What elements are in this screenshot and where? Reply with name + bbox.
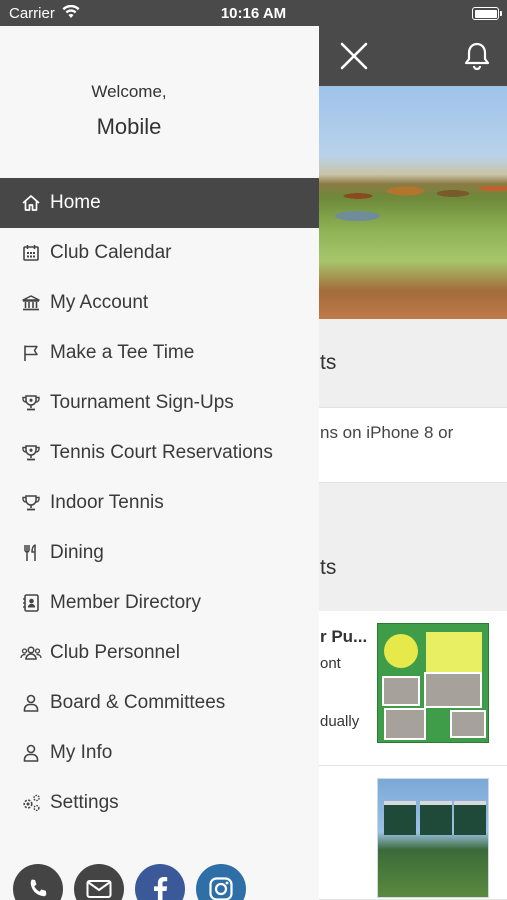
menu-item-label: Board & Committees (50, 692, 226, 713)
photo (424, 672, 482, 708)
photo (382, 676, 420, 706)
menu-item-label: Home (50, 192, 101, 213)
user-icon (20, 742, 42, 764)
menu-item-settings[interactable]: Settings (0, 778, 319, 828)
status-bar: Carrier 10:16 AM (0, 0, 507, 26)
menu-item-tee-time[interactable]: Make a Tee Time (0, 328, 319, 378)
golf-cart (384, 801, 416, 835)
notifications-button[interactable] (461, 40, 493, 72)
trophy-outline-icon (20, 492, 42, 514)
facebook-button[interactable] (135, 864, 185, 900)
battery-icon (472, 7, 502, 20)
menu-item-indoor-tennis[interactable]: Indoor Tennis (0, 478, 319, 528)
welcome-label: Welcome, (91, 82, 167, 101)
close-icon (340, 42, 368, 70)
event-title: r Pu... (320, 627, 368, 646)
golf-cart (420, 801, 452, 835)
flag-icon (20, 342, 42, 364)
menu-item-label: Tournament Sign-Ups (50, 392, 234, 413)
event-logo (426, 632, 482, 676)
menu-item-label: Member Directory (50, 592, 201, 613)
menu-item-my-account[interactable]: My Account (0, 278, 319, 328)
menu-item-club-calendar[interactable]: Club Calendar (0, 228, 319, 278)
menu-item-label: Indoor Tennis (50, 492, 164, 513)
event-description: dually (320, 713, 360, 730)
drawer-menu: Home Club Calendar My Account Make a Tee… (0, 178, 319, 828)
close-menu-button[interactable] (338, 40, 370, 72)
menu-item-board-committees[interactable]: Board & Committees (0, 678, 319, 728)
contact-book-icon (20, 592, 42, 614)
event-thumbnail (377, 623, 489, 743)
instagram-icon (209, 877, 233, 900)
golf-cart (454, 801, 486, 835)
tree-line (320, 166, 507, 216)
gears-icon (20, 792, 42, 814)
announcement-text: ns on iPhone 8 or (320, 423, 454, 442)
utensils-icon (20, 542, 42, 564)
menu-item-label: Settings (50, 792, 119, 813)
section-title: ts (320, 351, 337, 374)
email-button[interactable] (74, 864, 124, 900)
menu-item-label: My Account (50, 292, 149, 313)
bank-icon (20, 292, 42, 314)
menu-item-member-directory[interactable]: Member Directory (0, 578, 319, 628)
instagram-button[interactable] (196, 864, 246, 900)
photo (450, 710, 486, 738)
menu-item-label: Dining (50, 542, 104, 563)
menu-item-label: Make a Tee Time (50, 342, 195, 363)
trophy-icon (20, 442, 42, 464)
event-description: ont (320, 655, 341, 672)
menu-item-club-personnel[interactable]: Club Personnel (0, 628, 319, 678)
mail-icon (86, 880, 112, 898)
event-thumbnail (377, 778, 489, 898)
menu-item-label: Club Calendar (50, 242, 172, 263)
date-badge (384, 634, 418, 668)
user-name: Mobile (96, 114, 162, 139)
users-icon (20, 642, 42, 664)
trophy-icon (20, 392, 42, 414)
section-title: ts (320, 556, 337, 579)
menu-item-label: My Info (50, 742, 113, 763)
menu-item-dining[interactable]: Dining (0, 528, 319, 578)
menu-item-label: Club Personnel (50, 642, 180, 663)
clock: 10:16 AM (220, 5, 287, 22)
bell-icon (464, 42, 490, 71)
photo (384, 708, 426, 740)
menu-item-home[interactable]: Home (0, 178, 319, 228)
phone-button[interactable] (13, 864, 63, 900)
menu-item-tournament-signups[interactable]: Tournament Sign-Ups (0, 378, 319, 428)
social-links (0, 864, 319, 900)
menu-item-my-info[interactable]: My Info (0, 728, 319, 778)
navigation-drawer: Welcome, Mobile Home Club Calendar My Ac… (0, 26, 319, 900)
phone-icon (30, 879, 47, 897)
menu-item-tennis-court-reservations[interactable]: Tennis Court Reservations (0, 428, 319, 478)
menu-item-label: Tennis Court Reservations (50, 442, 273, 463)
calendar-icon (20, 242, 42, 264)
facebook-icon (154, 877, 168, 900)
home-icon (20, 192, 42, 214)
pond (335, 211, 380, 221)
user-icon (20, 692, 42, 714)
